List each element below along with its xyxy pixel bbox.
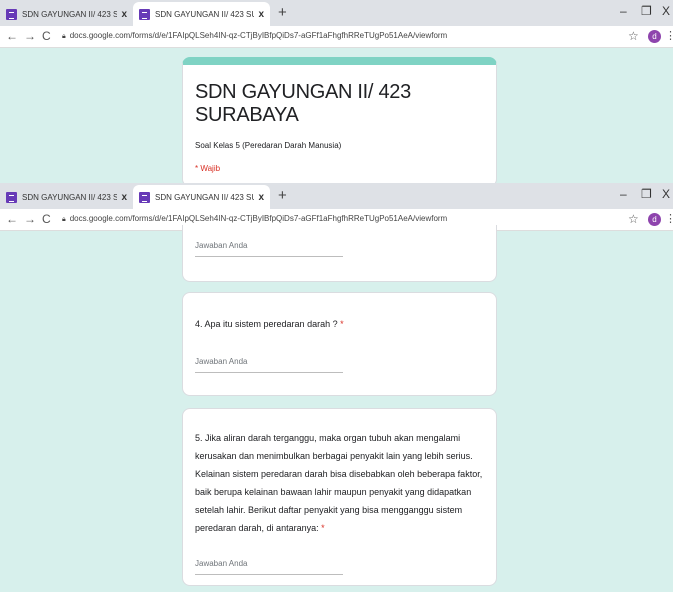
form-header-card: SDN GAYUNGAN II/ 423 SURABAYA Soal Kelas… <box>182 57 497 187</box>
browser-tab-1[interactable]: SDN GAYUNGAN II/ 423 SURAB/ x <box>0 2 133 26</box>
google-forms-icon <box>139 191 150 203</box>
tab-title: SDN GAYUNGAN II/ 423 SURAB/ <box>22 192 118 202</box>
form-description: Soal Kelas 5 (Peredaran Darah Manusia) <box>195 141 342 150</box>
tab-bar: SDN GAYUNGAN II/ 423 SURAB/ x SDN GAYUNG… <box>0 183 673 209</box>
tab-close-icon[interactable]: x <box>258 9 264 20</box>
close-window-button[interactable]: X <box>662 4 670 18</box>
lock-icon: 🔒︎ <box>62 216 66 223</box>
bookmark-star-icon[interactable]: ☆ <box>628 29 639 43</box>
question-label: 5. Jika aliran darah terganggu, maka org… <box>195 433 483 533</box>
reload-icon[interactable]: C <box>42 29 51 43</box>
restore-button[interactable]: ❐ <box>641 4 652 18</box>
bookmark-star-icon[interactable]: ☆ <box>628 212 639 226</box>
browser-tab-2[interactable]: SDN GAYUNGAN II/ 423 SURAB/ x <box>133 2 270 26</box>
restore-button[interactable]: ❐ <box>641 187 652 201</box>
forward-icon[interactable]: → <box>24 212 36 226</box>
browser-tab-2[interactable]: SDN GAYUNGAN II/ 423 SURAB/ x <box>133 185 270 209</box>
menu-icon[interactable]: ⋮ <box>665 212 673 225</box>
tab-title: SDN GAYUNGAN II/ 423 SURAB/ <box>155 192 255 202</box>
question-text: 4. Apa itu sistem peredaran darah ? * <box>195 315 496 333</box>
answer-input[interactable]: Jawaban Anda <box>195 357 343 373</box>
question-text: 5. Jika aliran darah terganggu, maka org… <box>195 429 491 537</box>
question-card-4: 4. Apa itu sistem peredaran darah ? * Ja… <box>182 292 497 396</box>
required-asterisk: * <box>340 319 344 329</box>
google-forms-icon <box>6 191 17 203</box>
tab-title: SDN GAYUNGAN II/ 423 SURAB/ <box>22 9 118 19</box>
question-card-5: 5. Jika aliran darah terganggu, maka org… <box>182 408 497 586</box>
required-note: * Wajib <box>195 164 221 173</box>
address-bar: ← → C 🔒︎ docs.google.com/forms/d/e/1FAIpQ… <box>0 26 673 48</box>
tab-close-icon[interactable]: x <box>258 192 264 203</box>
question-label: 4. Apa itu sistem peredaran darah ? <box>195 319 338 329</box>
google-forms-icon <box>139 8 150 20</box>
back-icon[interactable]: ← <box>6 29 18 43</box>
url-text: docs.google.com/forms/d/e/1FAIpQLSeh4IN-… <box>69 31 448 40</box>
close-window-button[interactable]: X <box>662 187 670 201</box>
tab-title: SDN GAYUNGAN II/ 423 SURAB/ <box>155 9 255 19</box>
url-field[interactable]: 🔒︎ docs.google.com/forms/d/e/1FAIpQLSeh4I… <box>62 31 447 41</box>
profile-avatar[interactable]: d <box>648 30 661 43</box>
lock-icon: 🔒︎ <box>62 33 66 40</box>
tab-close-icon[interactable]: x <box>121 9 127 20</box>
question-card-3: Jawaban Anda <box>182 225 497 282</box>
minimize-button[interactable]: – <box>620 4 627 18</box>
answer-input[interactable]: Jawaban Anda <box>195 241 343 257</box>
tab-bar: SDN GAYUNGAN II/ 423 SURAB/ x SDN GAYUNG… <box>0 0 673 26</box>
url-field[interactable]: 🔒︎ docs.google.com/forms/d/e/1FAIpQLSeh4I… <box>62 214 447 224</box>
tab-close-icon[interactable]: x <box>121 192 127 203</box>
menu-icon[interactable]: ⋮ <box>665 29 673 42</box>
minimize-button[interactable]: – <box>620 187 627 201</box>
google-forms-icon <box>6 8 17 20</box>
forward-icon[interactable]: → <box>24 29 36 43</box>
url-text: docs.google.com/forms/d/e/1FAIpQLSeh4IN-… <box>69 214 448 223</box>
back-icon[interactable]: ← <box>6 212 18 226</box>
form-title: SDN GAYUNGAN II/ 423 SURABAYA <box>195 81 411 126</box>
profile-avatar[interactable]: d <box>648 213 661 226</box>
browser-tab-1[interactable]: SDN GAYUNGAN II/ 423 SURAB/ x <box>0 185 133 209</box>
browser-window-top: SDN GAYUNGAN II/ 423 SURAB/ x SDN GAYUNG… <box>0 0 673 48</box>
new-tab-button[interactable]: + <box>278 4 287 21</box>
browser-window-second: SDN GAYUNGAN II/ 423 SURAB/ x SDN GAYUNG… <box>0 183 673 231</box>
answer-input[interactable]: Jawaban Anda <box>195 559 343 575</box>
reload-icon[interactable]: C <box>42 212 51 226</box>
new-tab-button[interactable]: + <box>278 187 287 204</box>
required-asterisk: * <box>321 523 325 533</box>
